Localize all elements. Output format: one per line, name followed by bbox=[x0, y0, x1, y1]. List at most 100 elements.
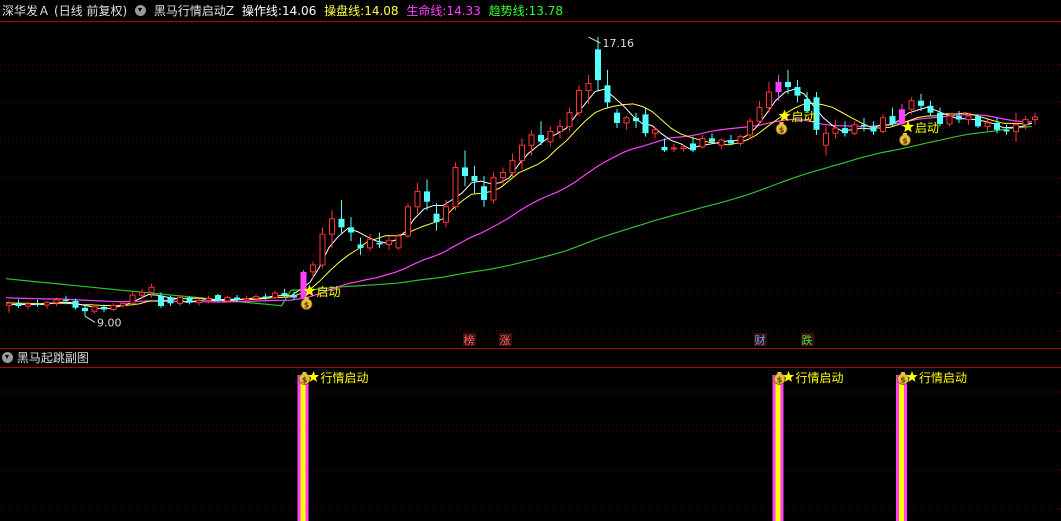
candle-body bbox=[490, 177, 497, 201]
stock-name[interactable]: 深华发Ａ bbox=[2, 4, 50, 18]
candle-body bbox=[177, 296, 183, 304]
signal-label: 启动 bbox=[915, 121, 939, 135]
candle bbox=[528, 129, 535, 156]
money-bag-neck bbox=[302, 372, 307, 375]
event-tag-text: 榜 bbox=[464, 333, 475, 347]
candle-body bbox=[395, 235, 402, 249]
signal-column-inner bbox=[899, 375, 904, 521]
indicator-name[interactable]: 黑马行情启动Z bbox=[154, 4, 234, 18]
candle-body bbox=[604, 85, 611, 103]
candle-body bbox=[918, 100, 924, 106]
candle bbox=[927, 100, 934, 117]
chart-header: 深华发Ａ (日线 前复权) 黑马行情启动Z 操作线:14.06 操盘线:14.08… bbox=[2, 3, 567, 19]
candle-body bbox=[766, 91, 772, 109]
candle-body bbox=[34, 303, 41, 306]
event-tag: 涨 bbox=[499, 333, 512, 347]
money-bag-neck bbox=[903, 133, 907, 136]
candle bbox=[642, 107, 649, 137]
candle bbox=[376, 232, 383, 248]
high-pointer bbox=[588, 36, 601, 44]
candle bbox=[1013, 112, 1019, 142]
subpanel-dropdown-icon[interactable] bbox=[2, 352, 13, 363]
candle-body bbox=[547, 131, 554, 143]
candle-body bbox=[785, 81, 791, 88]
candle bbox=[880, 114, 886, 134]
candle-body bbox=[861, 124, 867, 127]
period-label[interactable]: (日线 前复权) bbox=[54, 4, 127, 18]
sub-signal-label: 行情启动 bbox=[919, 371, 967, 385]
candle bbox=[956, 110, 962, 123]
money-bag-symbol: $ bbox=[302, 376, 308, 385]
candle bbox=[832, 119, 839, 139]
money-bag-symbol: $ bbox=[900, 376, 906, 385]
candle bbox=[861, 117, 867, 132]
candle bbox=[177, 295, 183, 307]
candle-body bbox=[633, 117, 639, 122]
candle bbox=[595, 37, 601, 91]
event-tag: 财 bbox=[754, 333, 767, 347]
signal-column-inner bbox=[775, 375, 781, 521]
candle bbox=[357, 237, 364, 255]
line-trader-value: 14.08 bbox=[364, 4, 399, 18]
candle-body bbox=[367, 238, 373, 249]
candle-body bbox=[120, 302, 126, 306]
candle-body bbox=[215, 295, 221, 301]
candle-body bbox=[832, 127, 839, 134]
candle-body bbox=[44, 302, 50, 306]
candle-body bbox=[15, 303, 22, 307]
candle-body bbox=[139, 291, 145, 296]
candle bbox=[775, 75, 782, 101]
candle-body bbox=[908, 100, 915, 110]
candle bbox=[148, 283, 155, 298]
candle-body bbox=[110, 304, 117, 310]
candle-body bbox=[557, 125, 563, 133]
candle-body bbox=[500, 172, 506, 179]
candle bbox=[756, 100, 763, 125]
candle bbox=[1032, 112, 1038, 125]
candle-body bbox=[452, 166, 459, 208]
candle-body bbox=[357, 244, 364, 248]
candle-body bbox=[718, 139, 725, 146]
candle bbox=[395, 234, 402, 250]
low-price-label: 9.00 bbox=[97, 316, 122, 329]
candle bbox=[443, 199, 449, 228]
money-bag-neck bbox=[901, 372, 905, 375]
candle-body bbox=[386, 239, 392, 245]
candle-body bbox=[690, 143, 696, 151]
candle bbox=[338, 199, 345, 235]
money-bag-symbol: $ bbox=[777, 376, 783, 385]
candle-body bbox=[6, 302, 12, 306]
event-tag: 跌 bbox=[801, 333, 814, 347]
signal-column-inner bbox=[300, 375, 306, 521]
candle bbox=[110, 303, 117, 312]
candle-body bbox=[652, 129, 658, 134]
candle-body bbox=[348, 227, 354, 233]
candle-body bbox=[462, 167, 468, 176]
money-bag-icon: $ bbox=[300, 297, 313, 310]
candle bbox=[44, 300, 50, 309]
kline-chart[interactable]: 17.16 9.00 启动 $ 启动 $ 启动 $ 榜 涨 财 跌行情启动 $ 行情启动 $ 行情启动 $ bbox=[0, 0, 1061, 521]
candle bbox=[433, 203, 440, 231]
candle-body bbox=[576, 89, 582, 114]
candle bbox=[604, 69, 611, 108]
candle bbox=[471, 165, 478, 194]
line-life-label: 生命线: bbox=[406, 4, 447, 18]
candle-body bbox=[519, 144, 525, 162]
candle bbox=[576, 85, 582, 117]
candle-body bbox=[91, 306, 98, 312]
candle bbox=[15, 299, 22, 308]
candle bbox=[1003, 124, 1010, 135]
candle-body bbox=[148, 286, 155, 293]
candle-body bbox=[671, 147, 677, 150]
event-tag-text: 跌 bbox=[802, 333, 813, 347]
candle bbox=[547, 126, 554, 147]
candle-body bbox=[224, 296, 231, 302]
dropdown-icon[interactable] bbox=[135, 5, 147, 16]
candle bbox=[348, 217, 354, 242]
candle bbox=[718, 138, 725, 149]
event-tag: 榜 bbox=[463, 333, 476, 347]
line-trend-value: 13.78 bbox=[528, 4, 564, 18]
candle-body bbox=[291, 295, 297, 298]
subpanel-title[interactable]: 黑马起跳副图 bbox=[17, 351, 89, 365]
candle bbox=[481, 176, 487, 207]
